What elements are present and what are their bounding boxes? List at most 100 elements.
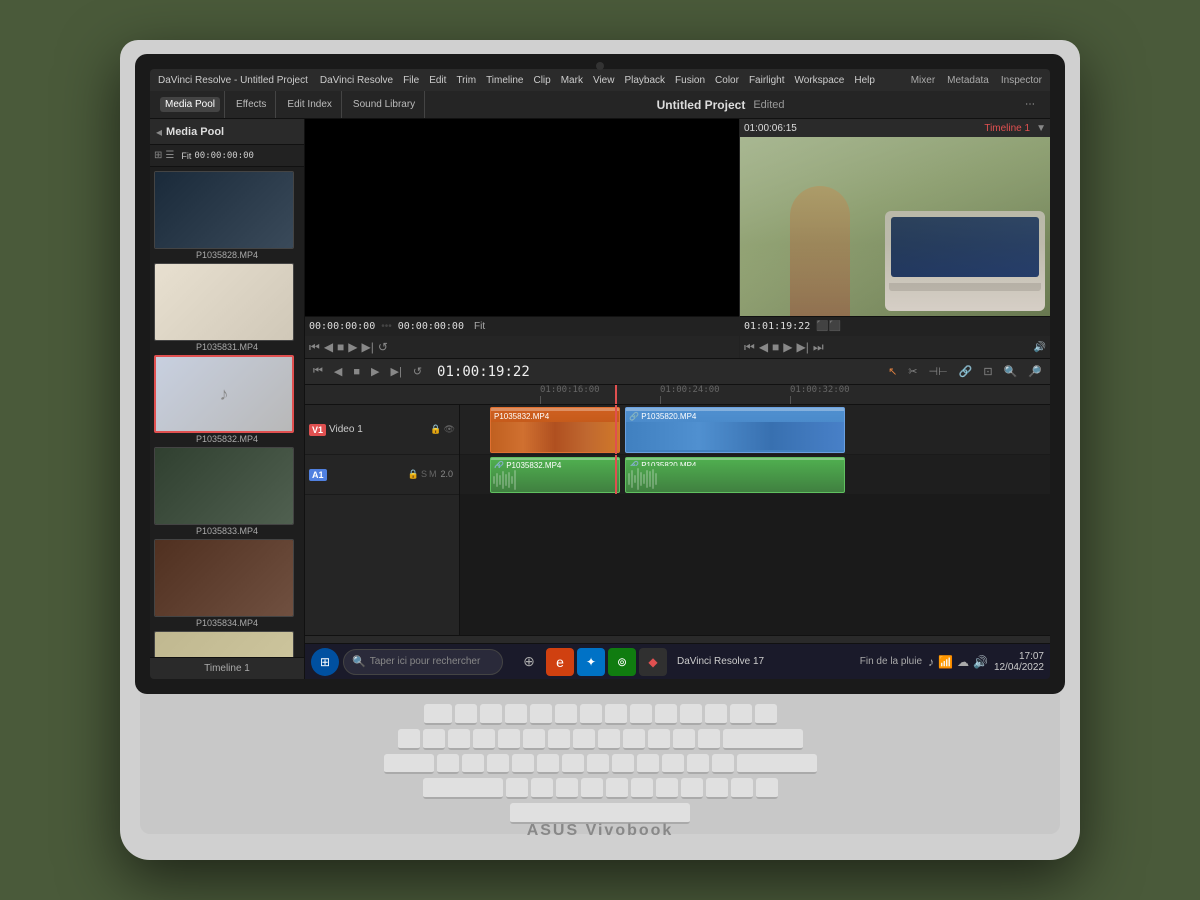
toolbar-right: ⋯: [1016, 91, 1044, 118]
select-tool-icon[interactable]: ↖: [884, 363, 901, 380]
tl-back[interactable]: ◀: [330, 363, 346, 380]
tl-play[interactable]: ▶: [367, 363, 383, 380]
menu-davinci[interactable]: DaVinci Resolve: [320, 75, 393, 86]
prog-step-back-icon[interactable]: ◀: [759, 340, 768, 354]
prog-stop-icon[interactable]: ■: [772, 340, 779, 354]
tl-loop[interactable]: ↺: [409, 363, 426, 380]
tl-go-start[interactable]: ⏮: [309, 363, 327, 380]
clip-green1-label: 🔗 P1035832.MP4: [491, 460, 619, 468]
loop-icon[interactable]: ↺: [378, 340, 388, 354]
volume-sys-icon[interactable]: 🔊: [973, 655, 988, 669]
razor-tool-icon[interactable]: ✂: [904, 363, 921, 380]
start-button[interactable]: ⊞: [311, 648, 339, 676]
list-item[interactable]: P1035834.MP4: [154, 539, 300, 628]
thumb-inner-2: [155, 264, 293, 340]
clip-blue[interactable]: 🔗 P1035820.MP4: [625, 407, 845, 453]
menu-view[interactable]: View: [593, 75, 615, 86]
key-quote: [756, 778, 778, 799]
tl-fwd[interactable]: ▶|: [387, 363, 406, 380]
list-view-icon[interactable]: ☰: [165, 150, 174, 161]
menu-color[interactable]: Color: [715, 75, 739, 86]
edit-index-button[interactable]: Edit Index: [282, 97, 336, 112]
browser-icon[interactable]: e: [546, 648, 574, 676]
menu-file[interactable]: File: [403, 75, 419, 86]
list-item[interactable]: ♪ P1035832.MP4: [154, 355, 300, 444]
v1-lock-icon[interactable]: 🔒: [430, 424, 441, 435]
video-playhead: [615, 405, 617, 454]
task-view-button[interactable]: ⊕: [515, 648, 543, 676]
a1-mute-icon[interactable]: S: [421, 469, 427, 480]
magnet-icon[interactable]: ⊡: [979, 363, 996, 380]
taskbar-apps: ⊕ e ✦ ⊚ ◆: [515, 648, 667, 676]
menu-mark[interactable]: Mark: [561, 75, 583, 86]
menu-timeline[interactable]: Timeline: [486, 75, 523, 86]
zoom-in-icon[interactable]: 🔍: [1000, 363, 1022, 380]
insert-icon[interactable]: ⊣⊢: [925, 363, 952, 380]
menu-edit[interactable]: Edit: [429, 75, 446, 86]
link-icon-green1: 🔗: [494, 461, 504, 468]
tick-container: [460, 398, 1050, 404]
effects-button[interactable]: Effects: [231, 97, 271, 112]
track-content: P1035832.MP4: [460, 405, 1050, 635]
menu-clip[interactable]: Clip: [533, 75, 550, 86]
list-item[interactable]: P1035833.MP4: [154, 447, 300, 536]
key-semi: [731, 778, 753, 799]
a1-solo-icon[interactable]: M: [429, 469, 437, 480]
toolbar-more[interactable]: ⋯: [1020, 97, 1040, 112]
menu-help[interactable]: Help: [854, 75, 875, 86]
timeline-scrollbar[interactable]: [305, 635, 1050, 643]
go-start-icon[interactable]: ⏮: [309, 340, 320, 355]
search-placeholder: Taper ici pour rechercher: [370, 656, 481, 667]
mixer-button[interactable]: Mixer: [911, 75, 935, 86]
key-t: [537, 754, 559, 775]
v1-eye-icon[interactable]: 👁: [444, 424, 455, 435]
list-item[interactable]: P1035835.MP4: [154, 631, 300, 657]
clip-green-1[interactable]: 🔗 P1035832.MP4: [490, 457, 620, 493]
timecode-source: 00:00:00:00: [194, 151, 254, 161]
grid-view-icon[interactable]: ⊞: [154, 150, 162, 161]
timeline-dropdown-icon[interactable]: ▼: [1036, 123, 1046, 134]
link-icon[interactable]: 🔗: [955, 363, 977, 380]
edge-button[interactable]: ✦: [577, 648, 605, 676]
prog-go-start-icon[interactable]: ⏮: [744, 340, 755, 355]
search-bar[interactable]: 🔍 Taper ici pour rechercher: [343, 649, 503, 675]
metadata-button[interactable]: Metadata: [947, 75, 989, 86]
zoom-out-icon[interactable]: 🔎: [1024, 363, 1046, 380]
media-thumb-1: [154, 171, 294, 249]
music-icon: ♪: [220, 384, 229, 405]
clip-green-2[interactable]: 🔗 P1035820.MP4: [625, 457, 845, 493]
key-y: [562, 754, 584, 775]
list-item[interactable]: P1035828.MP4: [154, 171, 300, 260]
inspector-button[interactable]: Inspector: [1001, 75, 1042, 86]
media-name-2: P1035831.MP4: [154, 342, 300, 352]
a1-lock-icon[interactable]: 🔒: [408, 469, 419, 480]
wifi-icon[interactable]: 📶: [938, 655, 953, 669]
prog-play-icon[interactable]: ▶: [783, 340, 792, 354]
step-back-icon[interactable]: ◀: [324, 340, 333, 354]
menu-workspace[interactable]: Workspace: [795, 75, 845, 86]
media-thumb-6: [154, 631, 294, 657]
prog-ff-icon[interactable]: ⏭: [813, 340, 824, 355]
key-9: [623, 729, 645, 750]
play-icon[interactable]: ▶: [348, 340, 357, 354]
timeline-label-text: Timeline 1: [204, 663, 250, 674]
tl-stop[interactable]: ■: [349, 364, 364, 380]
timeline-timecode: 01:00:19:22: [437, 364, 530, 380]
list-item[interactable]: P1035831.MP4: [154, 263, 300, 352]
xbox-button[interactable]: ⊚: [608, 648, 636, 676]
menu-fairlight[interactable]: Fairlight: [749, 75, 785, 86]
prog-step-fwd-icon[interactable]: ▶|: [797, 340, 809, 354]
step-fwd-icon[interactable]: ▶|: [362, 340, 374, 354]
collapse-icon[interactable]: ◂: [156, 125, 162, 139]
menu-trim[interactable]: Trim: [456, 75, 476, 86]
menu-playback[interactable]: Playback: [624, 75, 665, 86]
davinci-button[interactable]: ◆: [639, 648, 667, 676]
sound-library-button[interactable]: Sound Library: [348, 97, 420, 112]
clip-orange[interactable]: P1035832.MP4: [490, 407, 620, 453]
menu-fusion[interactable]: Fusion: [675, 75, 705, 86]
media-pool-button[interactable]: Media Pool: [160, 97, 220, 112]
thumb-inner-5: [155, 540, 293, 616]
key-7: [573, 729, 595, 750]
stop-icon[interactable]: ■: [337, 340, 344, 354]
volume-icon[interactable]: 🔊: [1034, 342, 1046, 353]
